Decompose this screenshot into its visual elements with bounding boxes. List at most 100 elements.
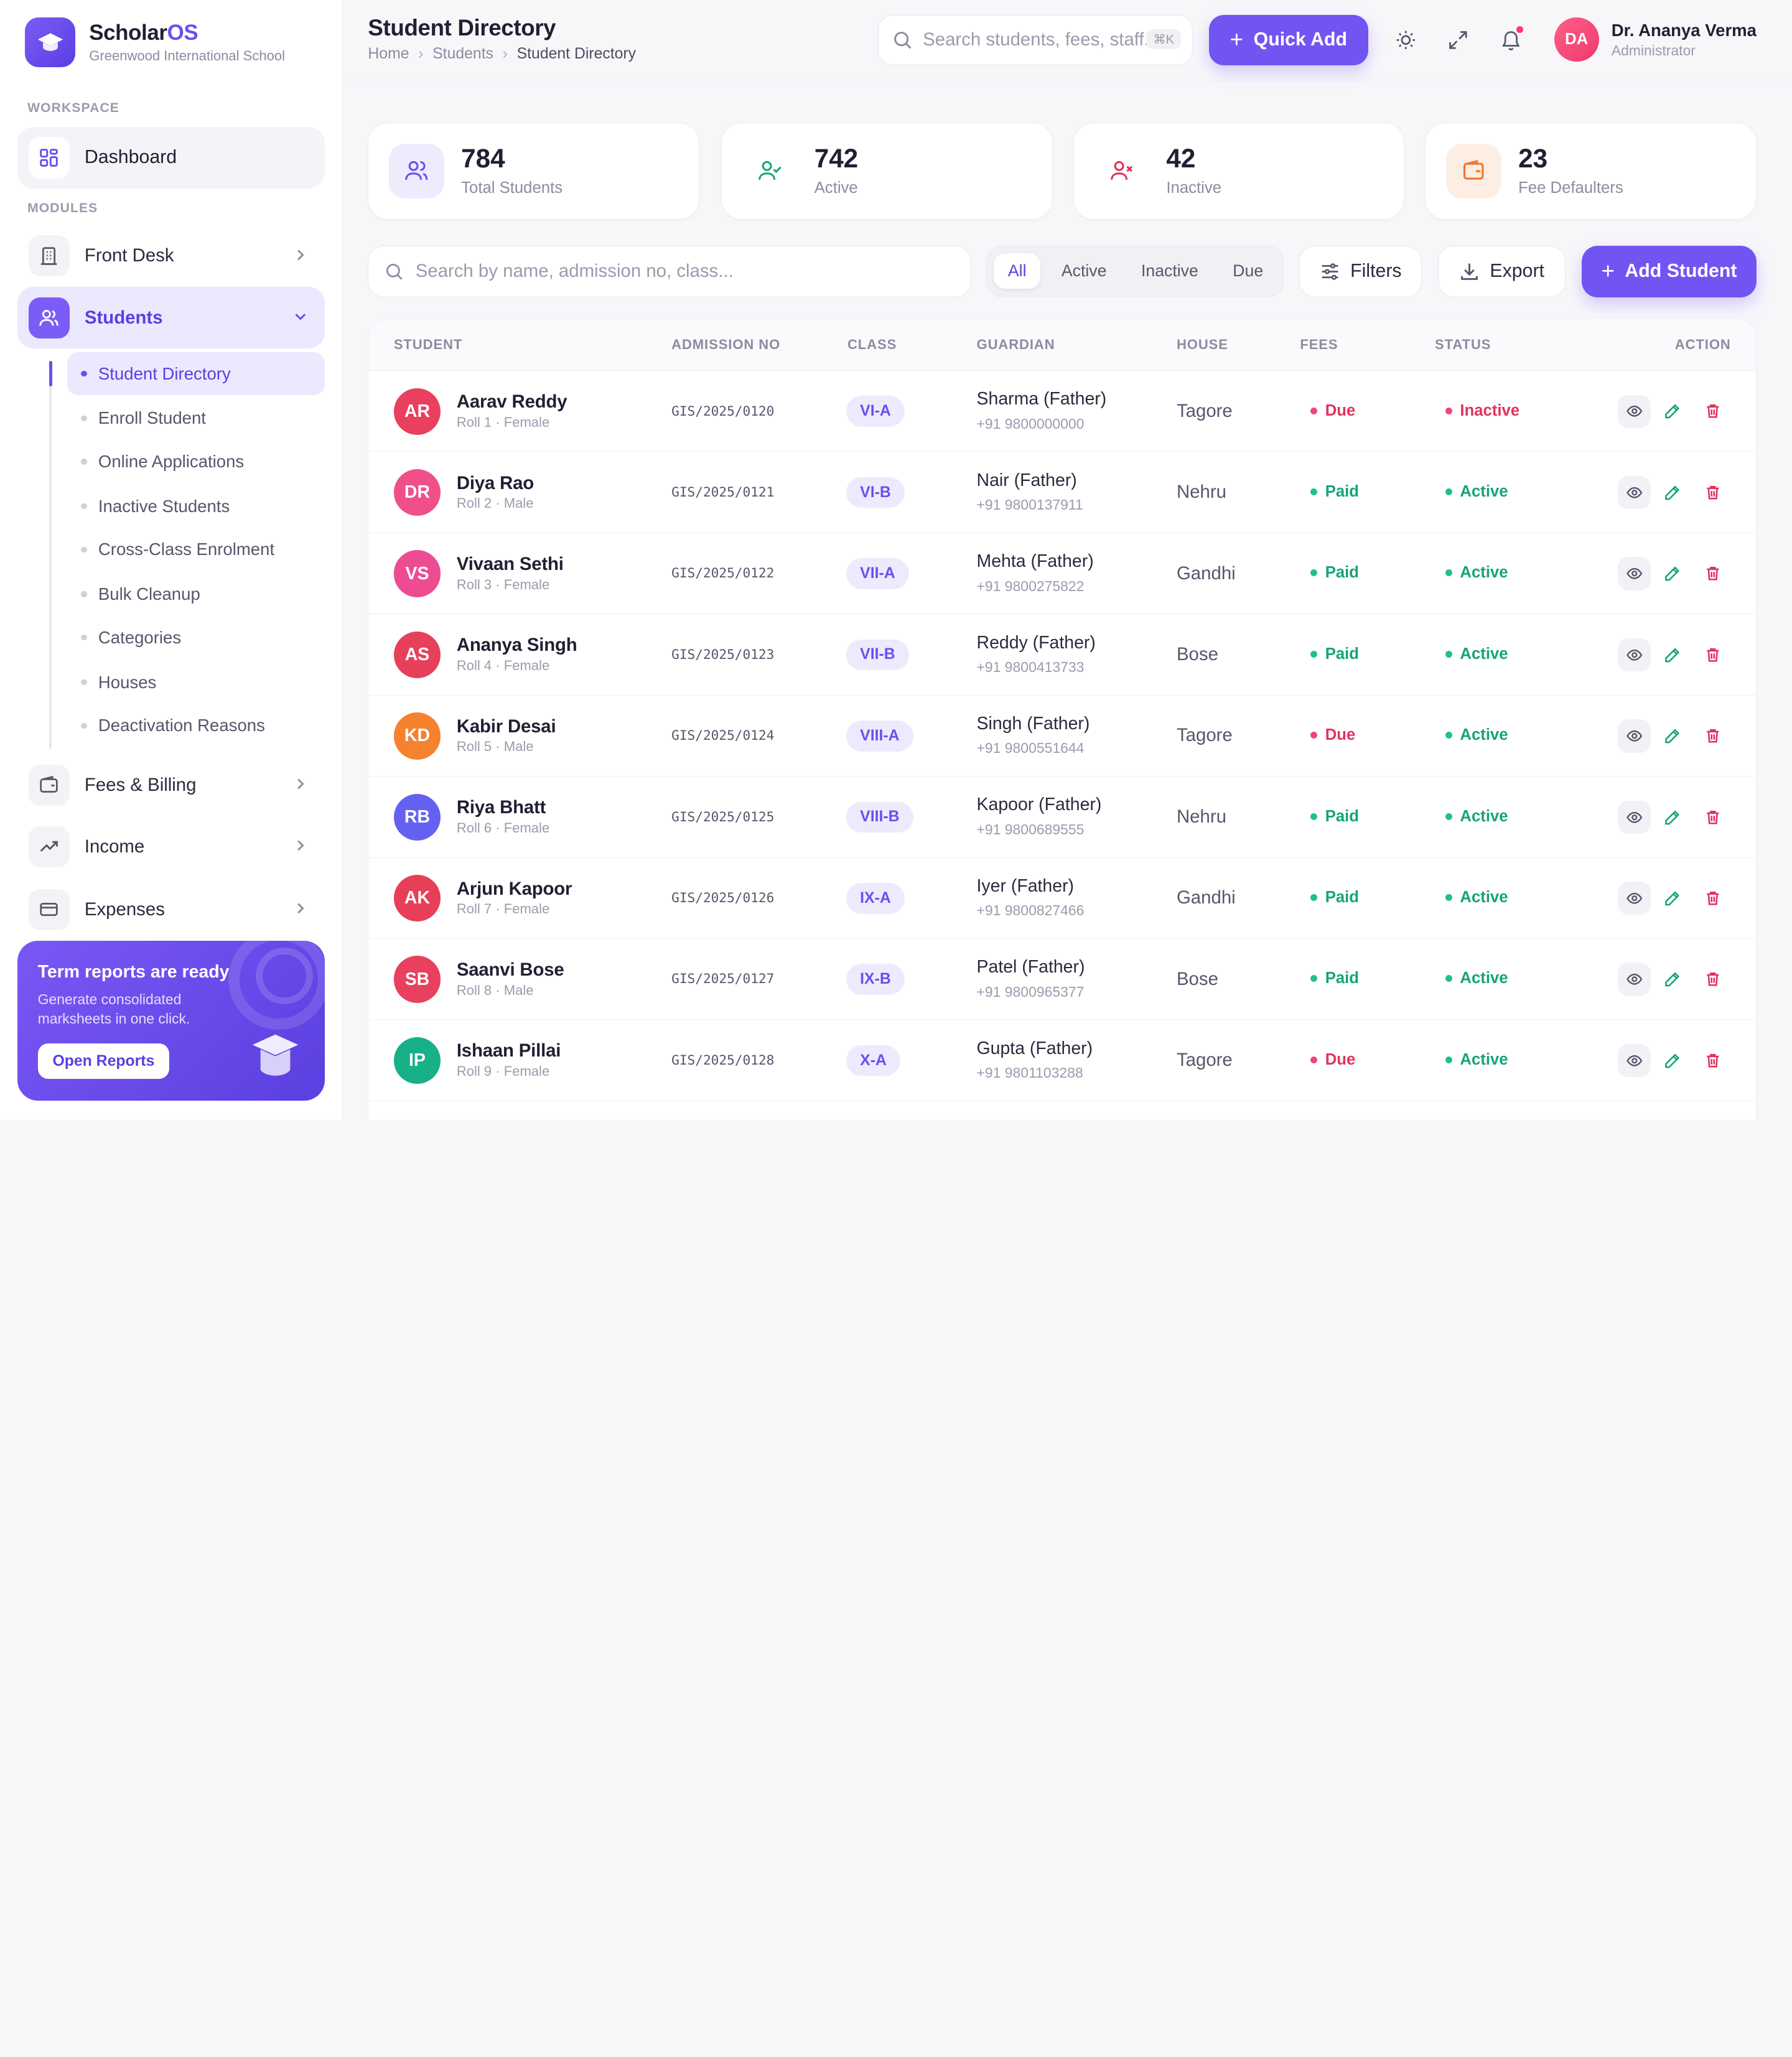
view-eye-icon[interactable] (1617, 800, 1651, 834)
column-header-student[interactable]: STUDENT (394, 337, 462, 353)
submenu-item-enroll-student[interactable]: Enroll Student (67, 396, 324, 440)
table-row[interactable]: VS Vivaan Sethi Roll 3 · Female GIS/2025/01… (368, 533, 1756, 615)
submenu-item-bulk-cleanup[interactable]: Bulk Cleanup (67, 572, 324, 616)
table-row[interactable]: RB Riya Bhatt Roll 6 · Female GIS/2025/0125… (368, 777, 1756, 858)
student-name[interactable]: Aarav Reddy (457, 391, 567, 413)
sidebar-item-front-desk[interactable]: Front Desk (17, 225, 325, 287)
submenu-item-deactivation-reasons[interactable]: Deactivation Reasons (67, 704, 324, 747)
student-name[interactable]: Ananya Singh (457, 635, 577, 656)
brand-name: ScholarOS (89, 21, 198, 45)
view-eye-icon[interactable] (1617, 882, 1651, 915)
fee-status-badge: Due (1310, 1051, 1355, 1069)
submenu-item-inactive-students[interactable]: Inactive Students (67, 485, 324, 528)
user-name[interactable]: Dr. Ananya Verma (1612, 21, 1757, 40)
stat-label: Fee Defaulters (1518, 179, 1623, 197)
delete-trash-icon[interactable] (1700, 476, 1725, 509)
table-row[interactable]: DR Diya Rao Roll 2 · Male GIS/2025/0121 VI-B… (368, 452, 1756, 533)
column-header-class[interactable]: CLASS (847, 337, 897, 353)
edit-pencil-icon[interactable] (1660, 395, 1685, 428)
segment-due[interactable]: Due (1221, 253, 1275, 289)
table-row[interactable]: AK Arjun Kapoor Roll 7 · Female GIS/2025/01… (368, 858, 1756, 939)
table-row[interactable]: SB Saanvi Bose Roll 8 · Male GIS/2025/0127 I… (368, 939, 1756, 1020)
delete-trash-icon[interactable] (1700, 801, 1725, 834)
export-button[interactable]: Export (1437, 245, 1566, 297)
submenu-item-cross-class-enrolment[interactable]: Cross-Class Enrolment (67, 528, 324, 572)
segment-inactive[interactable]: Inactive (1129, 253, 1211, 289)
view-eye-icon[interactable] (1617, 638, 1651, 672)
sidebar: ScholarOS Greenwood International School… (0, 0, 343, 1120)
segment-all[interactable]: All (994, 253, 1041, 289)
student-search-input[interactable] (415, 261, 941, 282)
student-search[interactable] (368, 245, 972, 297)
edit-pencil-icon[interactable] (1660, 638, 1685, 671)
table-row[interactable]: IP Ishaan Pillai Roll 9 · Female GIS/2025/0… (368, 1020, 1756, 1101)
edit-pencil-icon[interactable] (1660, 476, 1685, 509)
sidebar-item-students[interactable]: Students (17, 287, 325, 349)
quick-add-button[interactable]: + Quick Add (1209, 14, 1368, 65)
delete-trash-icon[interactable] (1700, 557, 1725, 590)
fee-status-badge: Paid (1310, 483, 1359, 501)
column-header-guardian[interactable]: GUARDIAN (977, 337, 1055, 353)
student-name[interactable]: Arjun Kapoor (457, 879, 572, 900)
table-row[interactable]: KD Kabir Desai Roll 5 · Male GIS/2025/0124 V… (368, 696, 1756, 777)
global-search[interactable]: ⌘K (877, 14, 1193, 65)
view-eye-icon[interactable] (1617, 719, 1651, 753)
theme-toggle-sun-icon[interactable] (1389, 24, 1421, 56)
breadcrumb-home[interactable]: Home (368, 45, 409, 63)
student-avatar: RB (393, 793, 441, 841)
view-eye-icon[interactable] (1617, 1043, 1651, 1078)
chevron-right-icon (297, 250, 304, 260)
edit-pencil-icon[interactable] (1660, 801, 1685, 834)
view-eye-icon[interactable] (1617, 476, 1651, 510)
submenu-item-categories[interactable]: Categories (67, 616, 324, 660)
fee-status-badge: Paid (1310, 808, 1359, 826)
edit-pencil-icon[interactable] (1660, 963, 1685, 996)
fee-status-badge: Paid (1310, 889, 1359, 907)
brand[interactable]: ScholarOS Greenwood International School (25, 17, 285, 68)
global-search-input[interactable] (923, 29, 1147, 51)
segment-active[interactable]: Active (1050, 253, 1118, 289)
student-name[interactable]: Ishaan Pillai (457, 1040, 561, 1061)
sidebar-item-dashboard[interactable]: Dashboard (17, 126, 325, 189)
sidebar-item-income[interactable]: Income (17, 816, 325, 877)
add-student-button[interactable]: + Add Student (1581, 245, 1757, 297)
column-header-admission-no[interactable]: ADMISSION NO (671, 337, 780, 353)
student-name[interactable]: Saanvi Bose (457, 959, 564, 981)
sidebar-item-fees-billing[interactable]: Fees & Billing (17, 754, 325, 816)
student-name[interactable]: Diya Rao (457, 473, 534, 494)
submenu-item-student-directory[interactable]: Student Directory (67, 352, 325, 396)
edit-pencil-icon[interactable] (1660, 557, 1685, 590)
view-eye-icon[interactable] (1617, 557, 1651, 590)
column-header-house[interactable]: HOUSE (1177, 337, 1228, 353)
delete-trash-icon[interactable] (1700, 395, 1725, 428)
edit-pencil-icon[interactable] (1660, 882, 1685, 915)
submenu-item-houses[interactable]: Houses (67, 661, 324, 704)
fee-status-badge: Due (1310, 402, 1355, 420)
delete-trash-icon[interactable] (1700, 882, 1725, 915)
delete-trash-icon[interactable] (1700, 719, 1725, 752)
open-reports-button[interactable]: Open Reports (37, 1043, 170, 1080)
table-row[interactable]: AS Ananya Singh Roll 4 · Female GIS/2025/01… (368, 614, 1756, 696)
delete-trash-icon[interactable] (1700, 963, 1725, 996)
student-name[interactable]: Riya Bhatt (457, 797, 546, 818)
fullscreen-expand-icon[interactable] (1442, 24, 1474, 56)
edit-pencil-icon[interactable] (1660, 719, 1685, 752)
column-header-status[interactable]: STATUS (1435, 337, 1491, 353)
breadcrumb-students[interactable]: Students (432, 45, 493, 63)
user-avatar[interactable]: DA (1554, 17, 1599, 62)
view-eye-icon[interactable] (1617, 963, 1651, 996)
user-check-icon (742, 143, 798, 198)
delete-trash-icon[interactable] (1700, 1044, 1725, 1077)
delete-trash-icon[interactable] (1700, 638, 1725, 671)
submenu-item-online-applications[interactable]: Online Applications (67, 440, 324, 483)
student-name[interactable]: Kabir Desai (457, 716, 556, 737)
notification-bell-icon[interactable] (1495, 24, 1526, 56)
student-name[interactable]: Vivaan Sethi (457, 554, 564, 575)
column-header-fees[interactable]: FEES (1300, 337, 1338, 353)
filters-button[interactable]: Filters (1299, 245, 1422, 297)
class-badge: VII-B (846, 639, 909, 671)
table-row[interactable]: AR Aarav Reddy Roll 1 · Female GIS/2025/012… (368, 371, 1756, 452)
view-eye-icon[interactable] (1617, 394, 1651, 428)
sidebar-item-expenses[interactable]: Expenses (17, 879, 325, 940)
edit-pencil-icon[interactable] (1660, 1044, 1685, 1077)
